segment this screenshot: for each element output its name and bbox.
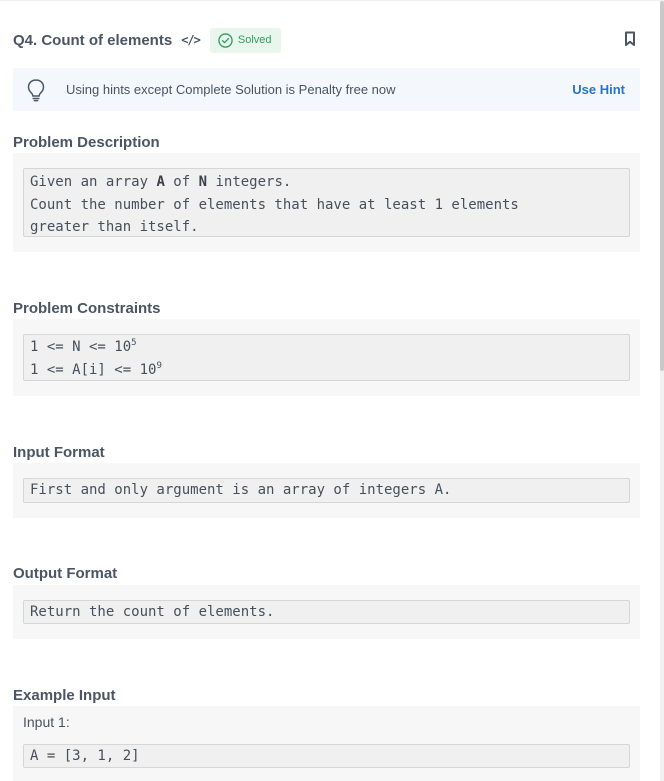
- bookmark-icon[interactable]: [624, 31, 636, 47]
- hint-banner: Using hints except Complete Solution is …: [13, 68, 640, 111]
- input-format-card: First and only argument is an array of i…: [13, 463, 640, 518]
- description-line2: Count the number of elements that have a…: [30, 196, 519, 213]
- constraints-card: 1 <= N <= 105 1 <= A[i] <= 109: [13, 319, 640, 396]
- hint-text: Using hints except Complete Solution is …: [66, 82, 396, 97]
- output-format-heading: Output Format: [13, 565, 118, 582]
- check-circle-icon: [218, 32, 233, 48]
- input-format-heading: Input Format: [13, 444, 105, 461]
- output-format-card: Return the count of elements.: [13, 585, 640, 639]
- scrollbar[interactable]: [660, 1, 664, 781]
- status-label: Solved: [237, 34, 272, 46]
- use-hint-button[interactable]: Use Hint: [572, 82, 625, 97]
- description-line1-mid: of: [164, 174, 199, 190]
- description-line1-end: integers.: [207, 174, 292, 190]
- constraints-heading: Problem Constraints: [13, 300, 161, 317]
- problem-header: Q4. Count of elements </> Solved: [13, 27, 636, 53]
- example-input-card: Input 1: A = [3, 1, 2]: [13, 706, 640, 781]
- output-format-text: Return the count of elements.: [23, 600, 630, 624]
- scrollbar-thumb[interactable]: [660, 1, 664, 371]
- description-line3: greater than itself.: [30, 219, 199, 235]
- constraints-text: 1 <= N <= 105 1 <= A[i] <= 109: [23, 334, 630, 381]
- problem-page: Q4. Count of elements </> Solved Using h…: [0, 0, 664, 781]
- constraint-exp2: 9: [156, 360, 162, 371]
- description-line1-start: Given an array: [30, 174, 157, 190]
- var-a: A: [156, 174, 165, 190]
- example-input-value: A = [3, 1, 2]: [23, 744, 630, 768]
- description-text: Given an array A of N integers. Count th…: [23, 168, 630, 237]
- input-format-text: First and only argument is an array of i…: [23, 478, 630, 503]
- code-icon[interactable]: </>: [181, 33, 201, 47]
- var-n: N: [198, 174, 208, 190]
- example-input-label: Input 1:: [23, 714, 70, 730]
- lightbulb-icon: [27, 78, 45, 101]
- description-card: Given an array A of N integers. Count th…: [13, 153, 640, 252]
- constraint-line2: 1 <= A[i] <= 10: [30, 361, 157, 378]
- example-input-heading: Example Input: [13, 687, 116, 704]
- problem-title: Q4. Count of elements: [13, 31, 173, 49]
- description-heading: Problem Description: [13, 134, 160, 151]
- constraint-exp1: 5: [131, 338, 137, 348]
- status-badge: Solved: [209, 27, 281, 53]
- constraint-line1: 1 <= N <= 10: [30, 339, 132, 355]
